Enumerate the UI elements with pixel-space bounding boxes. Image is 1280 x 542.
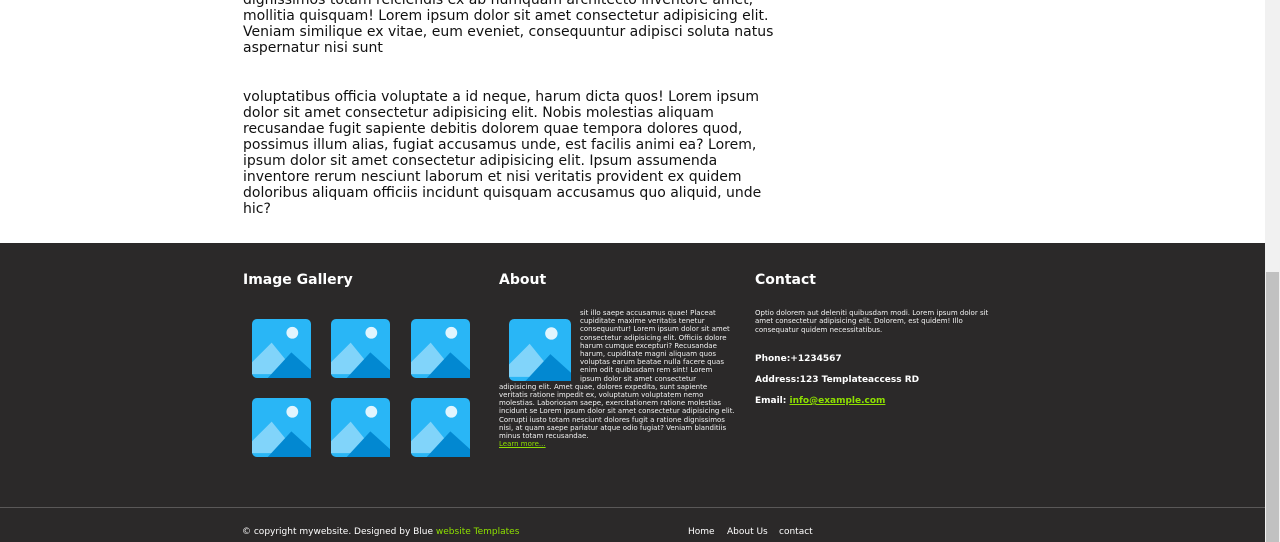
article-paragraph: voluptatibus officia voluptate a id nequ… bbox=[243, 89, 762, 217]
about-text: sit illo saepe accusamus quae! Placeat c… bbox=[499, 309, 735, 448]
image-placeholder-icon[interactable] bbox=[331, 398, 390, 457]
learn-more-link[interactable]: Learn more... bbox=[499, 440, 546, 448]
gallery-title: Image Gallery bbox=[243, 272, 353, 288]
image-placeholder-icon[interactable] bbox=[252, 398, 311, 457]
copyright: © copyright mywebsite. Designed by Blue … bbox=[242, 527, 519, 537]
footer-nav-home[interactable]: Home bbox=[688, 527, 715, 537]
contact-title: Contact bbox=[755, 272, 816, 288]
contact-address: Address:123 Templateaccess RD bbox=[755, 375, 920, 385]
site-footer: Image Gallery About sit illo saepe accus… bbox=[0, 243, 1265, 542]
email-label: Email: bbox=[755, 396, 790, 406]
image-placeholder-icon[interactable] bbox=[411, 319, 470, 378]
contact-phone: Phone:+1234567 bbox=[755, 354, 842, 364]
image-placeholder-icon[interactable] bbox=[252, 319, 311, 378]
footer-nav-about[interactable]: About Us bbox=[727, 527, 768, 537]
article-content: dignissimos totam reiciendis ex ab numqu… bbox=[243, 0, 788, 217]
templates-link[interactable]: website Templates bbox=[436, 527, 519, 537]
copyright-text: © copyright mywebsite. Designed by Blue bbox=[242, 527, 436, 537]
contact-email: Email: info@example.com bbox=[755, 396, 885, 406]
footer-nav-contact[interactable]: contact bbox=[779, 527, 813, 537]
image-placeholder-icon[interactable] bbox=[331, 319, 390, 378]
article-paragraph: dignissimos totam reiciendis ex ab numqu… bbox=[243, 0, 774, 56]
about-title: About bbox=[499, 272, 547, 288]
contact-description: Optio dolorem aut deleniti quibusdam mod… bbox=[755, 309, 989, 334]
image-placeholder-icon[interactable] bbox=[411, 398, 470, 457]
about-image-spacer bbox=[499, 309, 580, 379]
footer-divider bbox=[0, 507, 1265, 508]
email-link[interactable]: info@example.com bbox=[790, 396, 886, 406]
scrollbar-thumb[interactable] bbox=[1266, 272, 1279, 542]
